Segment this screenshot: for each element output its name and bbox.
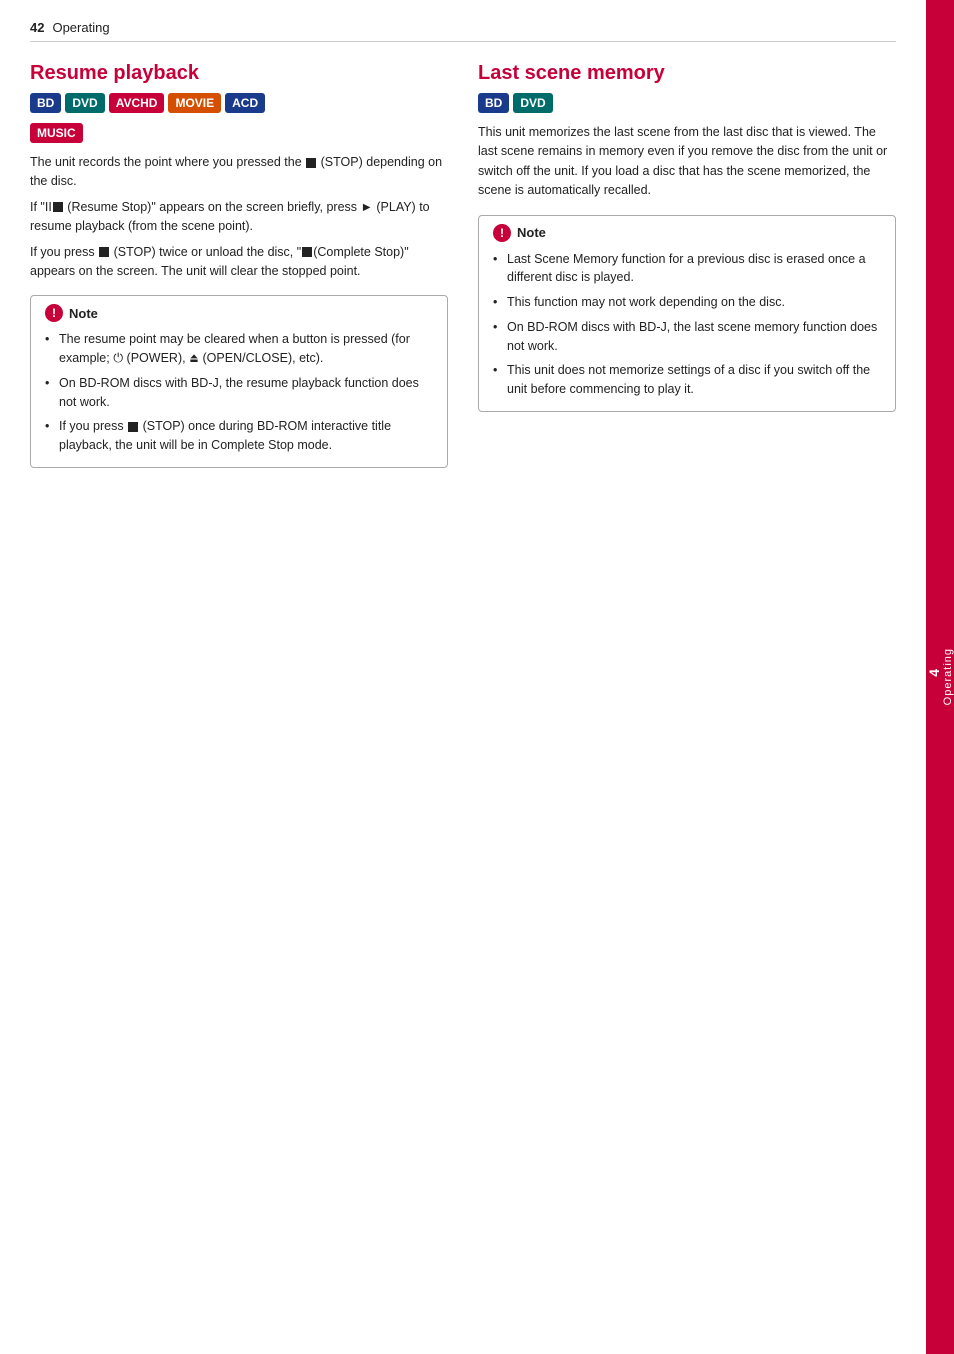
last-scene-title: Last scene memory	[478, 62, 896, 85]
last-scene-note-box: ! Note Last Scene Memory function for a …	[478, 215, 896, 412]
badge-bd: BD	[30, 93, 61, 113]
resume-note-box: ! Note The resume point may be cleared w…	[30, 295, 448, 468]
resume-badge-row-2: MUSIC	[30, 123, 448, 143]
resume-note-item-2: On BD-ROM discs with BD-J, the resume pl…	[45, 374, 433, 412]
last-scene-note-list: Last Scene Memory function for a previou…	[493, 250, 881, 399]
last-scene-note-item-2: This function may not work depending on …	[493, 293, 881, 312]
last-scene-note-item-3: On BD-ROM discs with BD-J, the last scen…	[493, 318, 881, 356]
resume-note-header: ! Note	[45, 304, 433, 322]
page-number: 42	[30, 20, 44, 35]
resume-badge-row: BD DVD AVCHD MOVIE ACD	[30, 93, 448, 113]
last-scene-body: This unit memorizes the last scene from …	[478, 123, 896, 201]
last-scene-note-item-1: Last Scene Memory function for a previou…	[493, 250, 881, 288]
two-column-layout: Resume playback BD DVD AVCHD MOVIE ACD M…	[30, 62, 896, 468]
resume-playback-title: Resume playback	[30, 62, 448, 85]
last-scene-badge-bd: BD	[478, 93, 509, 113]
last-scene-note-item-4: This unit does not memorize settings of …	[493, 361, 881, 399]
resume-para-3: If you press (STOP) twice or unload the …	[30, 243, 448, 282]
badge-avchd: AVCHD	[109, 93, 165, 113]
last-scene-note-icon: !	[493, 224, 511, 242]
resume-note-icon: !	[45, 304, 63, 322]
resume-note-list: The resume point may be cleared when a b…	[45, 330, 433, 455]
stop-symbol-5	[128, 422, 138, 432]
last-scene-badge-row: BD DVD	[478, 93, 896, 113]
resume-note-title: Note	[69, 306, 98, 321]
resume-para-1: The unit records the point where you pre…	[30, 153, 448, 192]
side-tab-number: 4	[926, 669, 942, 677]
last-scene-badge-dvd: DVD	[513, 93, 552, 113]
badge-music: MUSIC	[30, 123, 83, 143]
side-tab: 4 Operating	[926, 0, 954, 1354]
resume-note-item-1: The resume point may be cleared when a b…	[45, 330, 433, 368]
last-scene-memory-section: Last scene memory BD DVD This unit memor…	[478, 62, 896, 468]
resume-playback-section: Resume playback BD DVD AVCHD MOVIE ACD M…	[30, 62, 448, 468]
last-scene-note-title: Note	[517, 225, 546, 240]
badge-dvd: DVD	[65, 93, 104, 113]
last-scene-note-header: ! Note	[493, 224, 881, 242]
badge-acd: ACD	[225, 93, 265, 113]
page-container: 42 Operating Resume playback BD DVD AVCH…	[0, 0, 954, 1354]
page-header: 42 Operating	[30, 20, 896, 42]
page-title-header: Operating	[52, 20, 109, 35]
resume-note-item-3: If you press (STOP) once during BD-ROM i…	[45, 417, 433, 455]
stop-symbol-4	[302, 247, 312, 257]
main-content: 42 Operating Resume playback BD DVD AVCH…	[0, 0, 926, 1354]
stop-symbol-3	[99, 247, 109, 257]
badge-movie: MOVIE	[168, 93, 221, 113]
stop-symbol-1	[306, 158, 316, 168]
side-tab-label: Operating	[942, 648, 954, 705]
stop-symbol-2	[53, 202, 63, 212]
resume-para-2: If "II (Resume Stop)" appears on the scr…	[30, 198, 448, 237]
